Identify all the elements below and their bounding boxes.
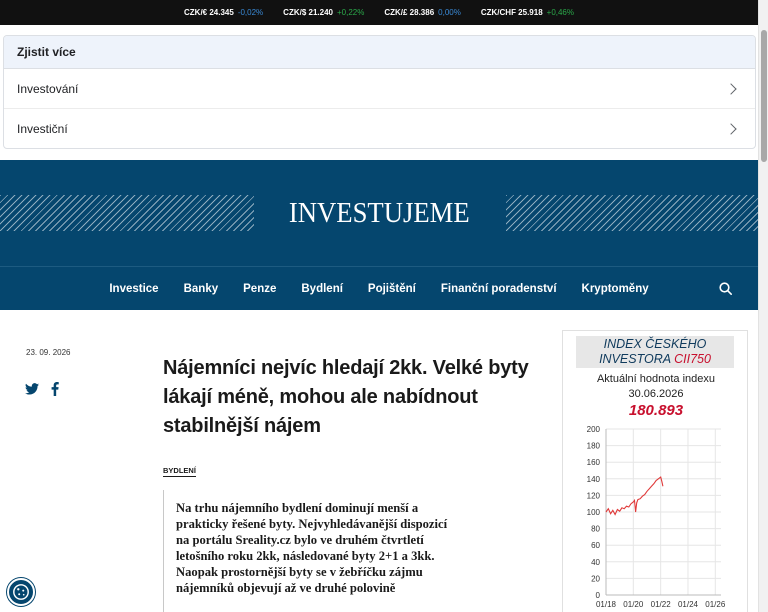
ticker-item: CZK/£ 28.386 0,00%	[384, 8, 461, 17]
cookie-icon	[13, 584, 29, 600]
index-subtitle: Aktuální hodnota indexu	[596, 373, 716, 385]
nav-item-penze[interactable]: Penze	[243, 283, 276, 295]
index-value: 180.893	[628, 402, 684, 419]
main-navigation: Investice Banky Penze Bydlení Pojištění …	[0, 266, 758, 310]
investor-index-widget: INDEX ČESKÉHO INVESTORA CII750 Aktuální …	[562, 330, 748, 612]
chart-x-tick-label: 01/20	[623, 600, 644, 609]
index-date: 30.06.2026	[628, 388, 684, 400]
header-hatch-decoration	[506, 195, 758, 231]
ticker-change: 0,00%	[438, 8, 461, 17]
chevron-right-icon	[725, 82, 737, 95]
lead-divider	[163, 490, 164, 612]
nav-item-pojisteni[interactable]: Pojištění	[368, 283, 416, 295]
explore-title: Zjistit více	[4, 36, 755, 69]
page-scrollbar[interactable]	[758, 0, 768, 612]
explore-item-investicni[interactable]: Investiční	[4, 109, 755, 148]
index-line-chart: 0 20 40 60 80 100 120 140 160 180 200 01/18 01/20 01/…	[587, 425, 726, 609]
article-lead: Na trhu nájemního bydlení dominují menší…	[176, 501, 448, 595]
chart-x-tick-label: 01/18	[596, 600, 617, 609]
nav-item-investice[interactable]: Investice	[109, 283, 158, 295]
chart-y-tick-label: 100	[587, 508, 601, 517]
index-code: CII750	[674, 352, 711, 366]
explore-item-investovani[interactable]: Investování	[4, 69, 755, 109]
ticker-item: CZK/$ 21.240 +0,22%	[283, 8, 364, 17]
ticker-item: CZK/CHF 25.918 +0,46%	[481, 8, 574, 17]
site-header: INVESTUJEME	[0, 160, 758, 266]
chart-y-tick-label: 60	[591, 541, 600, 550]
chart-y-tick-label: 0	[596, 591, 601, 600]
chart-y-tick-label: 200	[587, 425, 601, 434]
ticker-pair: CZK/CHF 25.918	[480, 8, 543, 17]
ticker-item: CZK/€ 24.345 -0,02%	[184, 8, 263, 17]
chart-y-tick-label: 140	[587, 475, 601, 484]
cookie-settings-button[interactable]	[7, 578, 35, 606]
site-logo[interactable]: INVESTUJEME	[289, 197, 470, 230]
nav-item-bydleni[interactable]: Bydlení	[301, 283, 343, 295]
nav-item-banky[interactable]: Banky	[184, 283, 219, 295]
ticker-change: +0,46%	[546, 8, 574, 17]
ticker-change: +0,22%	[336, 8, 365, 17]
twitter-icon[interactable]	[25, 383, 39, 395]
article-date: 23. 09. 2026	[26, 348, 71, 357]
chart-y-tick-label: 180	[587, 442, 601, 451]
facebook-icon[interactable]	[51, 382, 59, 396]
chart-y-tick-label: 120	[587, 491, 601, 500]
chevron-right-icon	[725, 123, 737, 135]
chart-x-tick-label: 01/24	[678, 600, 699, 609]
share-buttons	[25, 382, 59, 396]
chart-y-tick-label: 80	[591, 525, 600, 534]
search-icon[interactable]	[719, 282, 732, 295]
chart-y-tick-label: 20	[591, 574, 600, 583]
ticker-change: -0,02%	[237, 8, 264, 17]
index-widget-title[interactable]: INDEX ČESKÉHO INVESTORA CII750	[576, 336, 734, 368]
chart-y-tick-label: 40	[591, 558, 600, 567]
currency-ticker: CZK/€ 24.345 -0,02% CZK/$ 21.240 +0,22% CZK/…	[0, 0, 758, 25]
header-hatch-decoration	[0, 195, 254, 231]
chart-y-tick-label: 160	[587, 458, 601, 467]
chart-x-tick-label: 01/26	[705, 600, 726, 609]
nav-item-financni-poradenstvi[interactable]: Finanční poradenství	[441, 283, 557, 295]
ticker-pair: CZK/$ 21.240	[283, 8, 333, 17]
explore-item-label: Investování	[17, 81, 79, 96]
explore-item-label: Investiční	[17, 122, 68, 136]
explore-more-box: Zjistit více Investování Investiční	[3, 35, 756, 149]
scrollbar-thumb[interactable]	[761, 30, 767, 162]
nav-item-kryptomeny[interactable]: Kryptoměny	[582, 283, 649, 295]
index-title-line1: INDEX ČESKÉHO	[603, 337, 707, 351]
ticker-pair: CZK/€ 24.345	[184, 8, 234, 17]
article-category-link[interactable]: BYDLENÍ	[163, 466, 196, 477]
ticker-pair: CZK/£ 28.386	[384, 8, 435, 17]
article-headline: Nájemníci nejvíc hledají 2kk. Velké byty…	[163, 357, 529, 437]
chart-x-tick-label: 01/22	[651, 600, 672, 609]
index-title-line2-prefix: INVESTORA	[599, 352, 675, 366]
